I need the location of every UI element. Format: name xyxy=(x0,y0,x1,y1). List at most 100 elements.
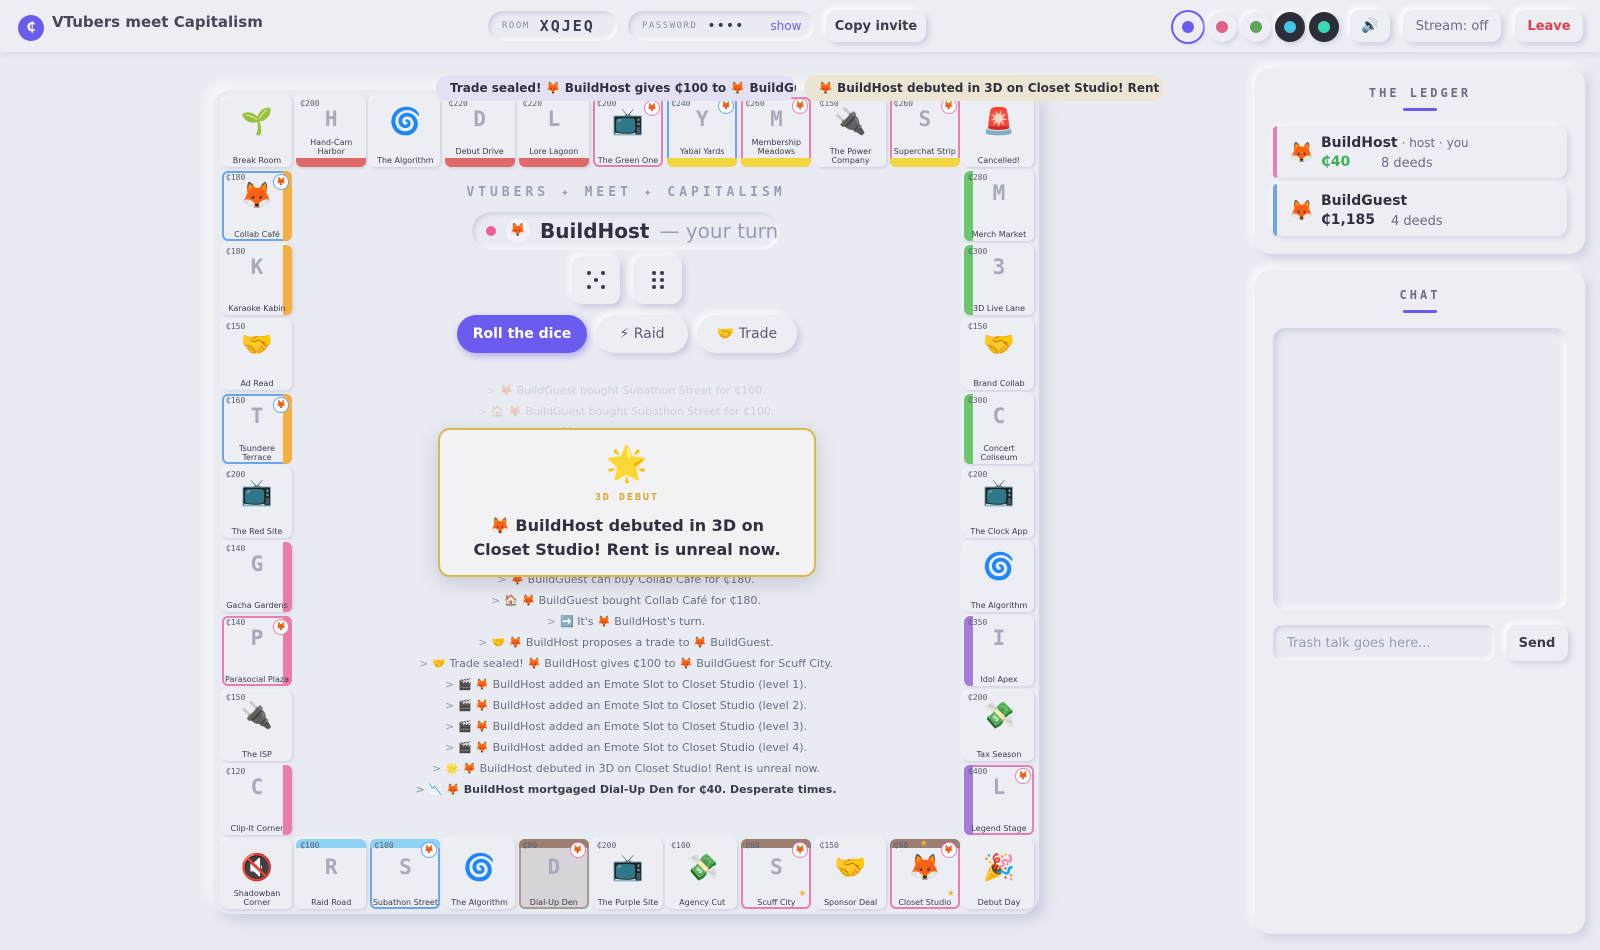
color-group-bar xyxy=(444,158,515,167)
raid-button[interactable]: ⚡ Raid xyxy=(596,315,688,353)
tile-name: The Algorithm xyxy=(970,601,1028,611)
board-tile[interactable]: ₵300 3 3D Live Lane xyxy=(964,245,1034,316)
send-button[interactable]: Send xyxy=(1506,625,1568,661)
tile-letter: C xyxy=(250,774,264,799)
board-tile[interactable]: ₵150 🔌 The Power Company xyxy=(815,97,886,167)
theme-swatch[interactable] xyxy=(1173,12,1203,42)
password-value: •••• xyxy=(707,18,745,34)
board-tile[interactable]: ₵220 L Lore Lagoon xyxy=(518,97,589,167)
board-tile[interactable]: ₵150 🤝 Sponsor Deal xyxy=(815,839,886,909)
player-card[interactable]: 🦊 BuildGuest ₵1,185 4 deeds xyxy=(1273,184,1567,236)
board-tile[interactable]: ₵220 D Debut Drive xyxy=(444,97,515,167)
tile-letter: K xyxy=(250,255,264,280)
tile-price: ₵80 xyxy=(522,841,538,850)
tile-name: The Power Company xyxy=(829,147,872,165)
board-corner-tile[interactable]: 🔇 Shadowban Corner xyxy=(222,839,292,909)
log-entry: > 🏠 🦊 BuildGuest bought Collab Café for ₵… xyxy=(300,590,952,611)
toast-debut: 🦊 BuildHost debuted in 3D on Closet Stud… xyxy=(804,75,1164,101)
theme-swatch[interactable] xyxy=(1241,12,1271,42)
board-tile[interactable]: ₵150 🔌 The ISP xyxy=(222,690,292,761)
show-password-link[interactable]: show xyxy=(770,19,801,33)
board-corner-tile[interactable]: 🌱 Break Room xyxy=(222,97,292,167)
star-icon: 🌟 xyxy=(605,444,649,484)
board-tile[interactable]: ₵150 🤝 Brand Collab xyxy=(964,319,1034,390)
log-text: 🎬 🦊 BuildHost added an Emote Slot to Clo… xyxy=(458,741,808,754)
tile-icon: 🌱 xyxy=(240,107,274,137)
board-tile[interactable]: ₵140 P Parasocial Plaza 🦊 xyxy=(222,616,292,687)
board-tile[interactable]: ₵200 📺 The Green One 🦊 xyxy=(593,97,663,167)
tile-name: Debut Day xyxy=(977,898,1021,907)
board-tile[interactable]: ₵60 S Scuff City 🦊 ★ xyxy=(741,839,812,909)
sound-toggle-icon[interactable]: 🔊 xyxy=(1350,10,1390,42)
board-tile[interactable]: ₵150 🤝 Ad Read xyxy=(222,319,292,390)
die-2 xyxy=(634,256,682,304)
turn-suffix: — your turn xyxy=(659,219,779,243)
board-tile[interactable]: ₵120 C Clip-It Corner xyxy=(222,764,292,835)
theme-swatch[interactable] xyxy=(1207,12,1237,42)
board-tile[interactable]: ₵350 I Idol Apex xyxy=(964,616,1034,687)
password-label: PASSWORD xyxy=(642,21,698,31)
board-tile[interactable]: ₵80 D Dial-Up Den 🦊 xyxy=(518,839,589,909)
tile-price: ₵150 xyxy=(819,841,839,850)
board-tile[interactable]: ₵160 T Tsundere Terrace 🦊 xyxy=(222,393,292,464)
board-tile[interactable]: ₵200 📺 The Purple Site xyxy=(593,839,663,909)
board-corner-tile[interactable]: 🚨 Cancelled! xyxy=(964,97,1034,167)
board-corner-tile[interactable]: 🎉 Debut Day xyxy=(964,839,1034,909)
board-tile[interactable]: ₵60 🦊 Closet Studio 🦊 ★ ★ xyxy=(889,839,960,909)
chat-messages[interactable] xyxy=(1273,328,1567,610)
board-tile[interactable]: 🌀 The Algorithm xyxy=(370,97,441,167)
player-card[interactable]: 🦊 BuildHost · host · you ₵40 8 deeds xyxy=(1273,126,1567,178)
tile-icon: 💸 xyxy=(982,700,1016,731)
swatch-dot xyxy=(1318,21,1330,33)
chat-panel: CHAT xyxy=(1255,270,1585,934)
board-tile[interactable]: ₵300 C Concert Coliseum xyxy=(964,393,1034,464)
board-tile[interactable]: ₵240 Y Yabai Yards 🦊 xyxy=(667,97,738,167)
log-entry: > 🎬 🦊 BuildHost added an Emote Slot to Cl… xyxy=(300,695,952,716)
log-entry: > 🦊 BuildGuest bought Subathon Street for… xyxy=(300,380,952,401)
tile-name: Clip-It Corner xyxy=(230,823,284,833)
log-text: 🏠 🦊 BuildGuest bought Subathon Street fo… xyxy=(490,405,775,418)
board-tile[interactable]: 🌀 The Algorithm xyxy=(444,839,515,909)
roll-dice-button[interactable]: Roll the dice xyxy=(457,315,587,353)
tile-letter: C xyxy=(992,403,1006,428)
tile-letter: I xyxy=(992,626,1006,651)
owner-fox-icon: 🦊 xyxy=(570,843,585,857)
log-caret-icon: > xyxy=(486,384,496,397)
owner-fox-icon: 🦊 xyxy=(941,99,956,113)
board-tile[interactable]: ₵280 M Merch Market xyxy=(964,171,1034,242)
tile-name: Karaoke Kabin xyxy=(228,304,286,314)
board-tile[interactable]: ₵260 S Superchat Strip 🦊 xyxy=(889,97,960,167)
board-tile[interactable]: ₵140 G Gacha Gardens xyxy=(222,542,292,613)
board-tile[interactable]: 🌀 The Algorithm xyxy=(964,542,1034,613)
player-money: ₵1,185 xyxy=(1321,212,1376,228)
tile-letter: 3 xyxy=(992,255,1006,280)
board-tile[interactable]: ₵100 R Raid Road xyxy=(296,839,367,909)
player-name-row: BuildGuest xyxy=(1321,193,1411,209)
board-tile[interactable]: ₵180 🦊 Collab Café 🦊 xyxy=(222,171,292,242)
board-tile[interactable]: ₵100 S Subathon Street 🦊 xyxy=(370,839,441,909)
tile-name: Scuff City xyxy=(757,898,796,907)
leave-button[interactable]: Leave xyxy=(1515,10,1583,42)
board-tile[interactable]: ₵200 H Hand-Cam Harbor xyxy=(296,97,367,167)
tile-letter: S xyxy=(399,855,412,879)
board-tile[interactable]: ₵180 K Karaoke Kabin xyxy=(222,245,292,316)
tile-icon: 📺 xyxy=(611,853,645,883)
theme-swatch[interactable] xyxy=(1275,12,1305,42)
stream-toggle-button[interactable]: Stream: off xyxy=(1403,10,1501,42)
board-tile[interactable]: ₵200 📺 The Red Site xyxy=(222,468,292,538)
theme-swatch[interactable] xyxy=(1309,12,1339,42)
board-tile[interactable]: ₵200 📺 The Clock App xyxy=(964,468,1034,538)
board-tile[interactable]: ₵100 💸 Agency Cut xyxy=(667,839,738,909)
board-tile[interactable]: ₵200 💸 Tax Season xyxy=(964,690,1034,761)
tile-name: Closet Studio xyxy=(898,898,952,907)
chat-input[interactable] xyxy=(1273,625,1495,661)
player-name: BuildGuest xyxy=(1321,193,1408,209)
tile-letter: H xyxy=(324,107,338,131)
tile-name: The Purple Site xyxy=(597,898,659,907)
board-tile[interactable]: ₵400 L Legend Stage 🦊 xyxy=(964,764,1034,835)
tile-name: The Red Site xyxy=(231,527,283,536)
trade-button[interactable]: 🤝 Trade xyxy=(697,315,797,353)
board-tile[interactable]: ₵260 M Membership Meadows 🦊 xyxy=(741,97,812,167)
tile-name: Membership Meadows xyxy=(751,138,802,156)
copy-invite-button[interactable]: Copy invite xyxy=(826,10,926,42)
